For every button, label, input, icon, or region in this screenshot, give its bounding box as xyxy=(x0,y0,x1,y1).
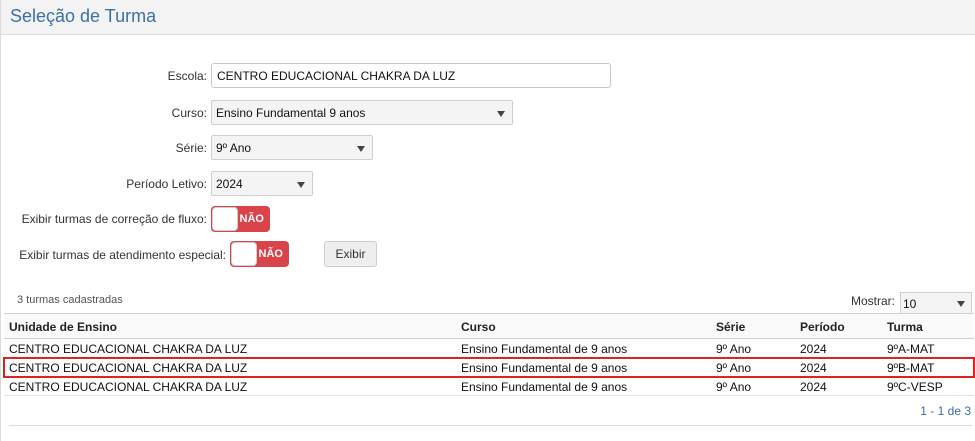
exibir-button[interactable]: Exibir xyxy=(324,241,377,267)
page-size-select[interactable]: 10 xyxy=(900,292,972,314)
page-size-value: 10 xyxy=(903,297,917,311)
chevron-down-icon xyxy=(357,146,365,152)
page-title: Seleção de Turma xyxy=(10,6,157,26)
serie-select[interactable]: 9º Ano xyxy=(211,135,373,160)
periodo-label: Período Letivo: xyxy=(126,177,207,191)
chevron-down-icon xyxy=(497,111,505,117)
divider xyxy=(9,425,972,426)
cell-serie: 9º Ano xyxy=(716,361,752,375)
column-header-unidade[interactable]: Unidade de Ensino xyxy=(9,320,117,334)
toggle-state-label: NÃO xyxy=(239,213,264,225)
cell-periodo: 2024 xyxy=(800,342,827,356)
cell-unidade: CENTRO EDUCACIONAL CHAKRA DA LUZ xyxy=(9,361,248,375)
periodo-select-value: 2024 xyxy=(216,177,243,191)
serie-label: Série: xyxy=(175,141,207,155)
correcao-fluxo-toggle[interactable]: NÃO xyxy=(211,206,270,232)
turmas-table: Unidade de Ensino Curso Série Período Tu… xyxy=(3,313,975,396)
cell-curso: Ensino Fundamental de 9 anos xyxy=(461,361,628,375)
curso-select-value: Ensino Fundamental 9 anos xyxy=(216,106,366,120)
curso-select[interactable]: Ensino Fundamental 9 anos xyxy=(211,100,513,125)
cell-serie: 9º Ano xyxy=(716,342,752,356)
cell-curso: Ensino Fundamental de 9 anos xyxy=(461,380,628,394)
column-header-periodo[interactable]: Período xyxy=(800,320,845,334)
page: Seleção de Turma Escola: CENTRO EDUCACIO… xyxy=(0,0,975,441)
correcao-fluxo-label: Exibir turmas de correção de fluxo: xyxy=(21,212,207,226)
page-size-label: Mostrar: xyxy=(851,294,896,308)
cell-serie: 9º Ano xyxy=(716,380,752,394)
cell-unidade: CENTRO EDUCACIONAL CHAKRA DA LUZ xyxy=(9,380,248,394)
pagination-info: 1 - 1 de 3 xyxy=(920,404,971,418)
table-row-selected[interactable]: CENTRO EDUCACIONAL CHAKRA DA LUZ Ensino … xyxy=(3,357,975,378)
column-header-curso[interactable]: Curso xyxy=(461,320,496,334)
cell-unidade: CENTRO EDUCACIONAL CHAKRA DA LUZ xyxy=(9,342,248,356)
cell-turma: 9ºA-MAT xyxy=(887,342,935,356)
records-count: 3 turmas cadastradas xyxy=(17,294,123,306)
toggle-knob xyxy=(212,207,238,231)
escola-label: Escola: xyxy=(167,69,207,83)
cell-periodo: 2024 xyxy=(800,380,827,394)
chevron-down-icon xyxy=(297,182,305,188)
table-row[interactable]: CENTRO EDUCACIONAL CHAKRA DA LUZ Ensino … xyxy=(4,377,974,396)
curso-label: Curso: xyxy=(171,106,207,120)
column-header-serie[interactable]: Série xyxy=(716,320,745,334)
table-row[interactable]: CENTRO EDUCACIONAL CHAKRA DA LUZ Ensino … xyxy=(4,339,974,358)
atendimento-especial-label: Exibir turmas de atendimento especial: xyxy=(19,248,226,262)
chevron-down-icon xyxy=(957,301,965,307)
escola-field[interactable]: CENTRO EDUCACIONAL CHAKRA DA LUZ xyxy=(211,63,611,88)
cell-turma: 9ºB-MAT xyxy=(887,361,935,375)
cell-curso: Ensino Fundamental de 9 anos xyxy=(461,342,628,356)
cell-turma: 9ºC-VESP xyxy=(887,380,943,394)
toggle-knob xyxy=(231,242,257,266)
column-header-turma[interactable]: Turma xyxy=(887,320,923,334)
toggle-state-label: NÃO xyxy=(258,248,283,260)
periodo-select[interactable]: 2024 xyxy=(211,171,313,196)
page-header: Seleção de Turma xyxy=(1,0,975,35)
atendimento-especial-toggle[interactable]: NÃO xyxy=(230,241,289,267)
cell-periodo: 2024 xyxy=(800,361,827,375)
serie-select-value: 9º Ano xyxy=(216,141,252,155)
table-header: Unidade de Ensino Curso Série Período Tu… xyxy=(4,313,974,339)
